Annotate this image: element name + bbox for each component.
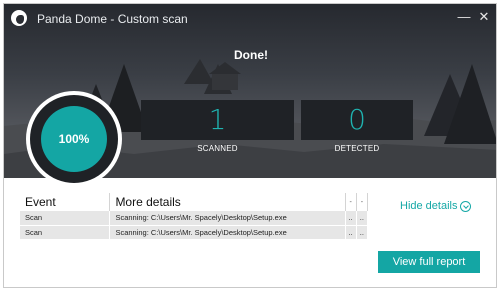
window-title: Panda Dome - Custom scan [37,12,188,26]
event-cell: Scan [20,211,111,225]
details-cell: Scanning: C:\Users\Mr. Spacely\Desktop\S… [109,224,346,239]
hide-details-label: Hide details [400,200,458,212]
details-cell: Scanning: C:\Users\Mr. Spacely\Desktop\S… [109,211,346,225]
column-header-sort-a[interactable]: - [345,193,357,211]
hide-details-link[interactable]: Hide details [400,200,472,212]
scan-window: Panda Dome - Custom scan — ✕ Done! 1 SCA… [3,3,497,288]
progress-percent: 100% [41,106,107,172]
extra-cell: .. [345,211,357,225]
table-header-row: Event More details - - [20,193,369,211]
panda-logo-icon [11,10,27,26]
column-header-more-details[interactable]: More details [109,193,346,211]
scan-status: Done! [234,48,268,62]
event-cell: Scan [20,224,111,239]
table-row[interactable]: Scan Scanning: C:\Users\Mr. Spacely\Desk… [20,211,369,225]
column-header-sort-b[interactable]: - [356,193,369,211]
detected-count: 0 [301,100,413,140]
table-row[interactable]: Scan Scanning: C:\Users\Mr. Spacely\Desk… [20,224,369,239]
scan-log-table: Event More details - - Scan Scanning: C:… [20,193,369,245]
extra-cell: .. [356,211,369,225]
close-icon[interactable]: ✕ [477,10,491,24]
scanned-label: SCANNED [197,144,238,153]
detected-label: DETECTED [334,144,380,153]
view-full-report-button[interactable]: View full report [378,251,480,273]
title-bar[interactable]: Panda Dome - Custom scan — ✕ [4,4,496,32]
extra-cell: .. [345,224,357,239]
scanned-count: 1 [141,100,294,140]
column-header-event[interactable]: Event [20,193,111,211]
extra-cell: .. [356,224,369,239]
chevron-up-icon [460,200,472,212]
minimize-icon[interactable]: — [457,10,471,24]
progress-ring: 100% [26,91,122,187]
